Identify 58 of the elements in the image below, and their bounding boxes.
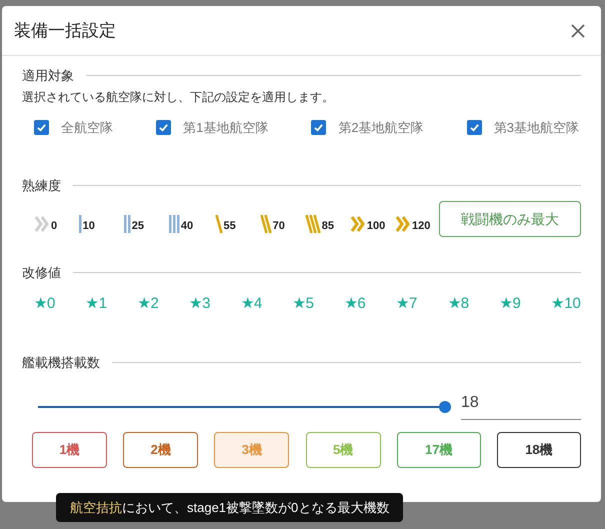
proficiency-option[interactable]: 10 [79,204,116,234]
checkbox-label: 全航空隊 [61,118,113,136]
proficiency-option[interactable]: 70 [260,204,296,234]
improvement-option[interactable]: ★4 [240,292,262,315]
double-chevron-icon [350,214,366,234]
checkbox[interactable] [34,120,49,135]
proficiency-option[interactable]: 100 [350,204,386,234]
bars-icon [169,214,180,234]
section-heading: 適用対象 [22,67,74,85]
improvement-option[interactable]: ★5 [292,292,314,315]
improvement-option[interactable]: ★1 [86,292,108,315]
double-chevron-icon [395,214,411,234]
proficiency-option[interactable]: 55 [214,204,250,234]
checkbox[interactable] [311,120,326,135]
proficiency-option[interactable]: 25 [124,204,160,234]
bars-icon [79,214,82,234]
proficiency-option[interactable]: 0 [34,204,70,234]
preset-button[interactable]: 2機 [123,432,198,468]
improvement-option[interactable]: ★0 [34,292,56,315]
improvement-option[interactable]: ★8 [448,292,470,315]
tooltip: 航空拮抗において、stage1被撃墜数が0となる最大機数 [56,493,404,522]
checkbox-label: 第3基地航空隊 [494,118,579,136]
improvement-option[interactable]: ★10 [551,292,581,315]
check-icon [36,122,47,133]
slider-thumb[interactable] [439,401,451,413]
preset-button[interactable]: 1機 [32,432,107,468]
improvement-option[interactable]: ★2 [137,292,159,315]
preset-button[interactable]: 17機 [396,432,481,468]
improvement-option[interactable]: ★6 [344,292,366,315]
double-chevron-icon [34,214,50,234]
checkbox[interactable] [466,120,482,135]
proficiency-option[interactable]: 40 [169,204,206,234]
improvement-option[interactable]: ★7 [396,292,418,315]
check-icon [468,122,480,133]
fighter-max-button[interactable]: 戦闘機のみ最大 [439,201,581,237]
proficiency-option[interactable]: 85 [304,204,341,234]
checkbox[interactable] [156,120,172,135]
preset-button[interactable]: 3機 [214,432,290,468]
close-icon [570,22,586,38]
section-heading: 熟練度 [22,176,61,194]
count-field[interactable]: 18 [461,386,581,420]
slashes-icon [304,214,321,234]
preset-button[interactable]: 18機 [496,432,581,468]
section-heading: 艦載機搭載数 [22,354,100,372]
preset-button[interactable]: 5機 [306,432,381,468]
proficiency-option[interactable]: 120 [395,204,431,234]
section-heading: 改修値 [22,264,61,282]
bars-icon [124,214,131,234]
checkbox-label: 第2基地航空隊 [338,118,424,136]
improvement-option[interactable]: ★9 [499,292,521,315]
description: 選択されている航空隊に対し、下記の設定を適用します。 [22,88,335,106]
dialog-title: 装備一括設定 [14,20,116,42]
checkbox-label: 第1基地航空隊 [183,118,268,136]
improvement-option[interactable]: ★3 [189,292,210,315]
check-icon [313,122,324,133]
check-icon [158,122,170,133]
slashes-icon [214,214,222,234]
slashes-icon [260,214,272,234]
